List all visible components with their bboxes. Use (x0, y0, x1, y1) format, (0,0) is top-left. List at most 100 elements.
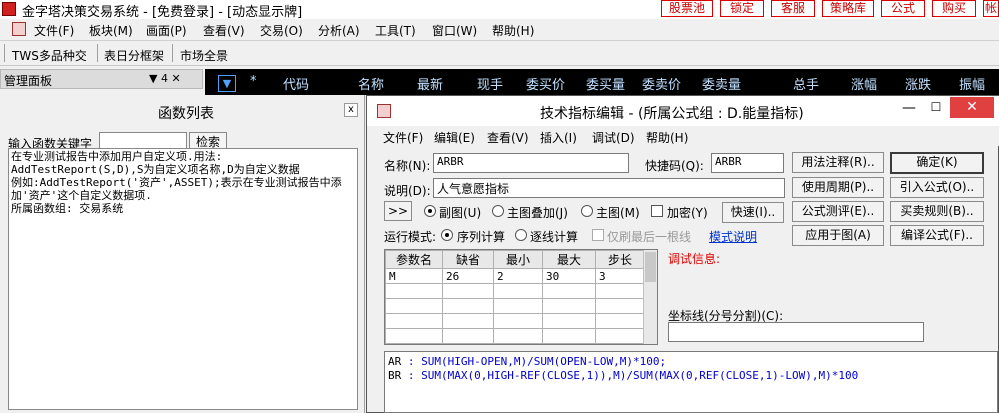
menu-view[interactable]: 查看(V) (203, 22, 245, 39)
table-row[interactable] (385, 328, 645, 344)
menu-analysis[interactable]: 分析(A) (318, 22, 360, 39)
radio-main-overlay-label: 主图叠加(J) (507, 206, 568, 220)
radio-sub-chart-label: 副图(U) (439, 206, 482, 220)
description-field[interactable]: 人气意愿指标 (433, 178, 785, 198)
param-default-cell[interactable]: 26 (442, 268, 494, 284)
radio-sub-chart[interactable] (424, 205, 436, 217)
table-row[interactable] (385, 313, 645, 329)
param-header-default: 缺省 (442, 250, 494, 269)
name-label: 名称(N): (384, 159, 431, 173)
menu-file[interactable]: 文件(F) (34, 22, 74, 39)
management-panel-header: 管理面板 ▼ 4 ✕ (0, 69, 203, 89)
col-ask-volume[interactable]: 委卖量 (702, 74, 741, 93)
stock-pool-button[interactable]: 股票池 (661, 0, 713, 17)
param-min-cell[interactable]: 2 (493, 268, 543, 284)
menu-view-screen[interactable]: 画面(P) (146, 22, 187, 39)
table-row[interactable] (385, 298, 645, 314)
col-change[interactable]: 涨跌 (905, 74, 931, 93)
params-scrollbar[interactable] (643, 250, 657, 344)
name-field[interactable]: ARBR (433, 153, 629, 173)
params-table: 参数名 缺省 最小 最大 步长 M 26 2 30 3 (384, 249, 658, 345)
formula-button[interactable]: 公式 (881, 0, 925, 17)
param-name-cell[interactable]: M (385, 268, 443, 284)
mode-help-link[interactable]: 模式说明 (709, 228, 757, 245)
scrollbar-thumb[interactable] (645, 252, 656, 282)
menu-window[interactable]: 窗口(W) (432, 22, 477, 39)
menu-tools[interactable]: 工具(T) (375, 22, 416, 39)
table-row[interactable]: M 26 2 30 3 (385, 268, 645, 284)
usage-period-button[interactable]: 使用周期(P).. (792, 177, 884, 198)
menu-sector[interactable]: 板块(M) (89, 22, 133, 39)
toolbar-separator (172, 44, 173, 62)
formula-eval-button[interactable]: 公式测评(E).. (792, 201, 884, 222)
radio-main-overlay[interactable] (492, 205, 504, 217)
code-expr: : SUM(HIGH-OPEN,M)/SUM(OPEN-LOW,M)*100; (401, 355, 667, 368)
tab-tws-multi[interactable]: TWS多品种交 (12, 47, 87, 64)
col-amplitude[interactable]: 振幅 (959, 74, 985, 93)
function-list-title: 函数列表 (158, 106, 214, 122)
compile-formula-button[interactable]: 编译公式(F).. (890, 225, 984, 246)
account-button[interactable]: 帐 (983, 0, 999, 17)
trade-rules-button[interactable]: 买卖规则(B).. (890, 201, 984, 222)
function-description: 在专业测试报告中添加用户自定义项.用法: AddTestReport(S,D),… (8, 148, 358, 410)
close-icon[interactable]: ✕ (950, 97, 994, 118)
hotkey-field[interactable]: ARBR (711, 153, 784, 173)
usage-notes-button[interactable]: 用法注释(R).. (792, 152, 884, 173)
window-title: 金字塔决策交易系统 - [免费登录] - [动态显示牌] (22, 5, 303, 20)
param-max-cell[interactable]: 30 (542, 268, 596, 284)
panel-controls-icon[interactable]: ▼ 4 ✕ (149, 72, 181, 85)
radio-bar-calc[interactable] (515, 229, 527, 241)
param-header-step: 步长 (595, 250, 645, 269)
code-var: BR (388, 369, 402, 382)
hotkey-label: 快捷码(Q): (645, 159, 704, 173)
col-bid-volume[interactable]: 委买量 (586, 74, 625, 93)
encrypt-checkbox[interactable] (651, 205, 663, 217)
service-button[interactable]: 客服 (771, 0, 815, 17)
ok-button[interactable]: 确定(K) (890, 152, 984, 174)
dialog-menu-file[interactable]: 文件(F) (383, 129, 423, 146)
chevron-down-icon[interactable]: ▼ (218, 75, 236, 92)
col-total-volume[interactable]: 总手 (793, 74, 819, 93)
col-code[interactable]: 代码 (283, 74, 309, 93)
dialog-menu-edit[interactable]: 编辑(E) (434, 129, 475, 146)
dialog-menu-view[interactable]: 查看(V) (487, 129, 529, 146)
tab-market-overview[interactable]: 市场全景 (180, 47, 228, 64)
table-row[interactable] (385, 283, 645, 299)
radio-main-chart-label: 主图(M) (596, 206, 640, 220)
last-bar-only-checkbox[interactable] (592, 229, 604, 241)
expand-button[interactable]: >> (384, 201, 412, 221)
strategy-library-button[interactable]: 策略库 (822, 0, 874, 17)
col-change-pct[interactable]: 涨幅 (851, 74, 877, 93)
menu-trade[interactable]: 交易(O) (260, 22, 303, 39)
col-lot[interactable]: 现手 (477, 74, 503, 93)
col-last[interactable]: 最新 (417, 74, 443, 93)
buy-button[interactable]: 购买 (932, 0, 976, 17)
close-icon[interactable]: x (344, 103, 358, 117)
radio-bar-calc-label: 逐线计算 (530, 230, 579, 244)
col-bid-price[interactable]: 委买价 (526, 74, 565, 93)
function-list-header: 函数列表 x (8, 100, 358, 122)
dialog-menu-debug[interactable]: 调试(D) (592, 129, 635, 146)
dialog-menu-help[interactable]: 帮助(H) (646, 129, 688, 146)
encrypt-label: 加密(Y) (667, 206, 708, 220)
col-name[interactable]: 名称 (358, 74, 384, 93)
menu-help[interactable]: 帮助(H) (492, 22, 534, 39)
code-expr: : SUM(MAX(0,HIGH-REF(CLOSE,1)),M)/SUM(MA… (401, 369, 859, 382)
management-panel-title: 管理面板 (4, 74, 53, 88)
quick-button[interactable]: 快速(I).. (722, 202, 784, 223)
param-step-cell[interactable]: 3 (595, 268, 645, 284)
radio-main-chart[interactable] (581, 205, 593, 217)
import-formula-button[interactable]: 引入公式(O).. (890, 177, 984, 198)
minimize-icon[interactable]: — (898, 100, 920, 118)
apply-to-chart-button[interactable]: 应用于图(A) (792, 225, 884, 246)
axis-lines-field[interactable] (668, 322, 924, 342)
tab-daily-frame[interactable]: 表日分框架 (104, 47, 164, 64)
param-header-name: 参数名 (385, 250, 443, 269)
params-header-row: 参数名 缺省 最小 最大 步长 (385, 250, 645, 269)
radio-series-calc[interactable] (441, 229, 453, 241)
formula-code-editor[interactable]: AR : SUM(HIGH-OPEN,M)/SUM(OPEN-LOW,M)*10… (384, 351, 998, 413)
maximize-icon[interactable]: ☐ (925, 100, 947, 118)
lock-button[interactable]: 锁定 (720, 0, 764, 17)
col-ask-price[interactable]: 委卖价 (642, 74, 681, 93)
dialog-menu-insert[interactable]: 插入(I) (540, 129, 577, 146)
